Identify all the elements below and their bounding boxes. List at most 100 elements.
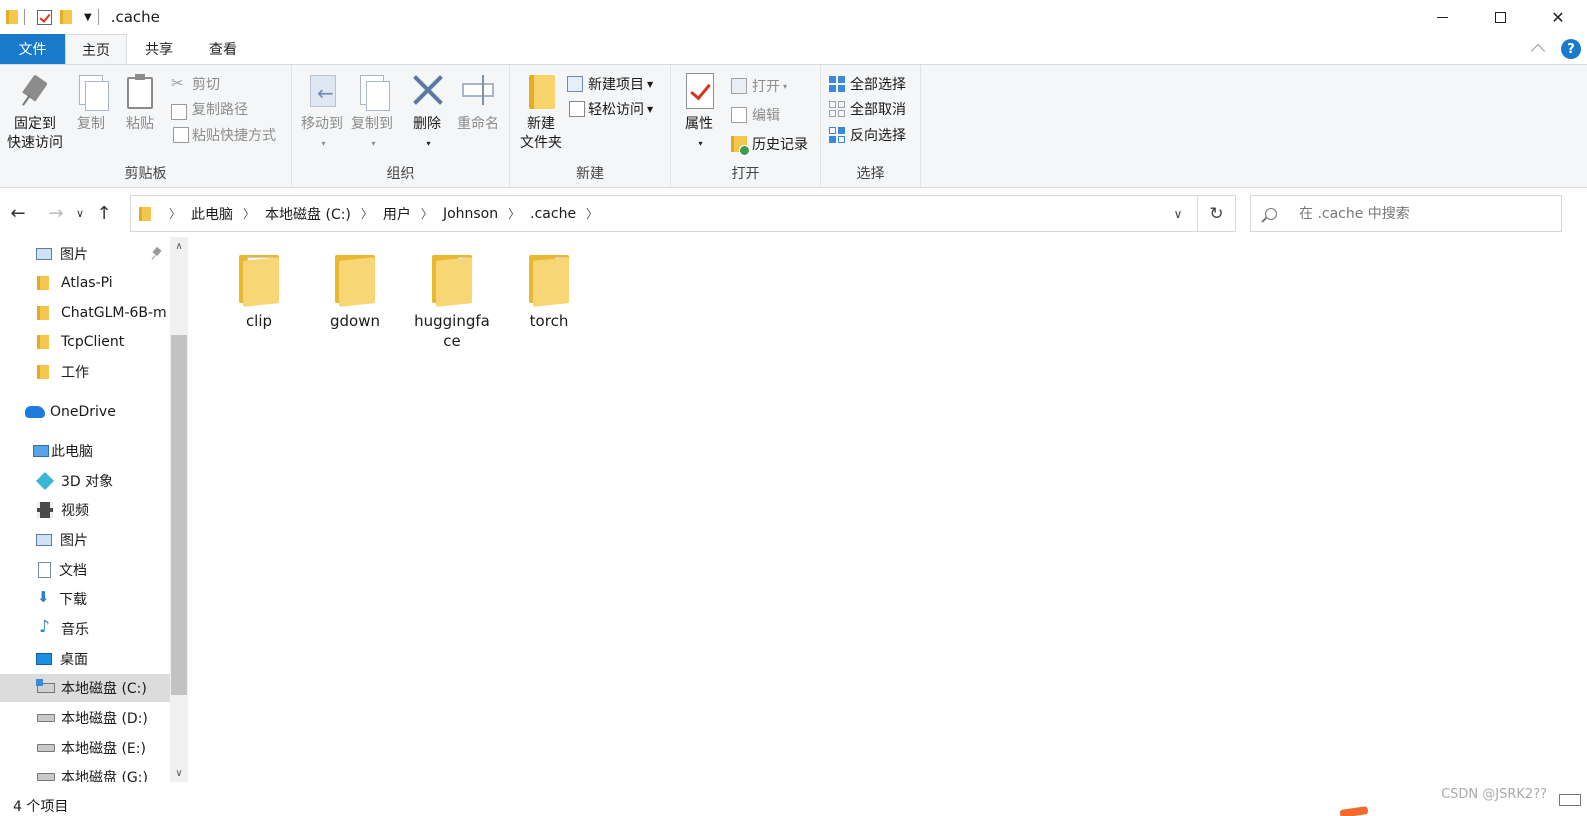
help-icon[interactable]: ? bbox=[1561, 39, 1581, 59]
edit-button[interactable]: 编辑 bbox=[731, 104, 780, 126]
breadcrumb-cache[interactable]: .cache bbox=[530, 206, 576, 222]
copy-to-button[interactable]: 复制到 ▾ bbox=[346, 71, 398, 153]
breadcrumb-users[interactable]: 用户 bbox=[383, 204, 411, 224]
breadcrumb-drive-c[interactable]: 本地磁盘 (C:) bbox=[265, 204, 351, 224]
delete-button[interactable]: 删除 ▾ bbox=[405, 71, 449, 153]
cut-button[interactable]: 剪切 bbox=[171, 73, 220, 95]
sidebar-item-this-pc[interactable]: 此电脑 bbox=[0, 437, 170, 465]
navigation-bar: ← → ∨ ↑ 〉 此电脑 〉 本地磁盘 (C:) 〉 用户 〉 Johnson… bbox=[0, 189, 1587, 237]
move-to-label: 移动到 bbox=[301, 116, 343, 132]
sidebar-item-pictures-pinned[interactable]: 图片 bbox=[0, 240, 170, 268]
sidebar-item-downloads[interactable]: 下载 bbox=[0, 585, 170, 613]
folder-icon bbox=[430, 253, 474, 307]
arrow-up-icon: ↑ bbox=[96, 202, 112, 224]
refresh-button[interactable]: ↻ bbox=[1198, 195, 1236, 232]
organize-group: 移动到 ▾ 复制到 ▾ 删除 ▾ 重命名 组织 bbox=[292, 65, 510, 187]
sidebar-item-drive-g[interactable]: 本地磁盘 (G:) bbox=[0, 763, 170, 782]
history-button[interactable]: 历史记录 bbox=[731, 133, 808, 156]
rename-button[interactable]: 重命名 bbox=[453, 71, 503, 134]
paste-shortcut-label: 粘贴快捷方式 bbox=[192, 128, 276, 144]
new-item-button[interactable]: 新建项目 ▼ bbox=[567, 73, 653, 95]
chevron-right-icon[interactable]: 〉 bbox=[586, 205, 598, 222]
chevron-right-icon[interactable]: 〉 bbox=[243, 205, 255, 222]
select-group: 全部选择 全部取消 反向选择 选择 bbox=[821, 65, 921, 187]
downloads-icon bbox=[37, 588, 51, 607]
watermark: CSDN @JSRK2?? bbox=[1441, 787, 1547, 802]
open-button[interactable]: 打开 ▾ bbox=[731, 75, 787, 97]
tab-file[interactable]: 文件 bbox=[0, 34, 65, 64]
folder-item-gdown[interactable]: gdown bbox=[310, 251, 400, 331]
search-box[interactable] bbox=[1250, 195, 1562, 232]
select-all-button[interactable]: 全部选择 bbox=[829, 73, 906, 95]
properties-quick-icon[interactable] bbox=[37, 9, 52, 25]
folder-item-torch[interactable]: torch bbox=[504, 251, 594, 331]
sidebar-item-drive-d[interactable]: 本地磁盘 (D:) bbox=[0, 704, 170, 732]
paste-button[interactable]: 粘贴 bbox=[118, 71, 162, 134]
edit-label: 编辑 bbox=[752, 108, 780, 124]
minimize-button[interactable] bbox=[1413, 0, 1471, 34]
chevron-right-icon[interactable]: 〉 bbox=[169, 205, 181, 222]
invert-selection-icon bbox=[829, 127, 845, 143]
folder-item-huggingface[interactable]: huggingface bbox=[407, 251, 497, 351]
sidebar-item-tcpclient[interactable]: TcpClient bbox=[0, 328, 170, 356]
paste-shortcut-button[interactable]: 粘贴快捷方式 bbox=[171, 124, 276, 146]
properties-button[interactable]: 属性 ▾ bbox=[675, 71, 723, 153]
sidebar-item-label: 图片 bbox=[60, 533, 88, 549]
scroll-down-button[interactable]: ∨ bbox=[170, 764, 188, 782]
sidebar-item-drive-e[interactable]: 本地磁盘 (E:) bbox=[0, 734, 170, 762]
select-none-button[interactable]: 全部取消 bbox=[829, 98, 906, 120]
sidebar-item-3d-objects[interactable]: 3D 对象 bbox=[0, 467, 170, 495]
sidebar-item-chatglm[interactable]: ChatGLM-6B-m bbox=[0, 299, 170, 327]
maximize-button[interactable] bbox=[1471, 0, 1529, 34]
customize-toolbar-dropdown-icon[interactable]: ▼ bbox=[84, 12, 92, 23]
copy-button[interactable]: 复制 bbox=[70, 71, 112, 134]
sidebar-item-desktop[interactable]: 桌面 bbox=[0, 645, 170, 673]
sidebar-item-atlas-pi[interactable]: Atlas-Pi bbox=[0, 269, 170, 297]
details-view-icon[interactable] bbox=[1559, 794, 1581, 806]
select-group-label: 选择 bbox=[856, 166, 885, 182]
sidebar-item-documents[interactable]: 文档 bbox=[0, 556, 170, 584]
sidebar-item-music[interactable]: 音乐 bbox=[0, 615, 170, 643]
address-history-dropdown[interactable]: ∨ bbox=[1159, 196, 1197, 231]
back-button[interactable]: ← bbox=[6, 198, 30, 228]
folder-item-clip[interactable]: clip bbox=[214, 251, 304, 331]
sidebar-item-pictures[interactable]: 图片 bbox=[0, 526, 170, 554]
pin-to-quick-access-button[interactable]: 固定到 快速访问 bbox=[4, 71, 66, 153]
copy-path-button[interactable]: 复制路径 bbox=[171, 98, 248, 120]
forward-button[interactable]: → bbox=[44, 198, 68, 228]
sidebar-item-onedrive[interactable]: OneDrive bbox=[0, 398, 170, 426]
collapse-ribbon-icon[interactable] bbox=[1530, 43, 1546, 59]
recent-locations-button[interactable]: ∨ bbox=[68, 198, 92, 228]
easy-access-button[interactable]: 轻松访问 ▼ bbox=[567, 98, 653, 120]
sidebar-scrollbar[interactable]: ∧ ∨ bbox=[170, 237, 188, 782]
new-folder-button[interactable]: 新建 文件夹 bbox=[514, 71, 568, 153]
chevron-right-icon[interactable]: 〉 bbox=[361, 205, 373, 222]
tab-home[interactable]: 主页 bbox=[65, 34, 127, 64]
file-list: clip gdown huggingface torch bbox=[188, 237, 1587, 782]
rename-label: 重命名 bbox=[457, 116, 499, 132]
tab-share[interactable]: 共享 bbox=[127, 34, 191, 64]
search-input[interactable] bbox=[1299, 205, 1539, 222]
invert-selection-button[interactable]: 反向选择 bbox=[829, 124, 906, 146]
sidebar-item-drive-c[interactable]: 本地磁盘 (C:) bbox=[0, 674, 170, 702]
breadcrumb-this-pc[interactable]: 此电脑 bbox=[191, 204, 233, 224]
address-bar[interactable]: 〉 此电脑 〉 本地磁盘 (C:) 〉 用户 〉 Johnson 〉 .cach… bbox=[130, 195, 1198, 232]
sidebar-item-label: TcpClient bbox=[61, 334, 125, 350]
breadcrumb-johnson[interactable]: Johnson bbox=[443, 206, 498, 222]
scroll-up-button[interactable]: ∧ bbox=[170, 237, 188, 255]
clipboard-icon bbox=[122, 71, 158, 113]
close-button[interactable]: ✕ bbox=[1529, 0, 1587, 34]
new-item-label: 新建项目 bbox=[588, 77, 644, 93]
scrollbar-thumb[interactable] bbox=[171, 335, 187, 695]
sidebar-item-videos[interactable]: 视频 bbox=[0, 496, 170, 524]
up-button[interactable]: ↑ bbox=[92, 198, 116, 228]
tab-view[interactable]: 查看 bbox=[191, 34, 255, 64]
chevron-right-icon[interactable]: 〉 bbox=[421, 205, 433, 222]
pin-icon bbox=[17, 71, 53, 113]
chevron-right-icon[interactable]: 〉 bbox=[508, 205, 520, 222]
move-to-button[interactable]: 移动到 ▾ bbox=[296, 71, 348, 153]
pin-label-line1: 固定到 bbox=[14, 116, 56, 132]
copy-path-label: 复制路径 bbox=[192, 102, 248, 118]
sidebar-item-work[interactable]: 工作 bbox=[0, 358, 170, 386]
new-folder-quick-icon[interactable] bbox=[60, 10, 72, 24]
